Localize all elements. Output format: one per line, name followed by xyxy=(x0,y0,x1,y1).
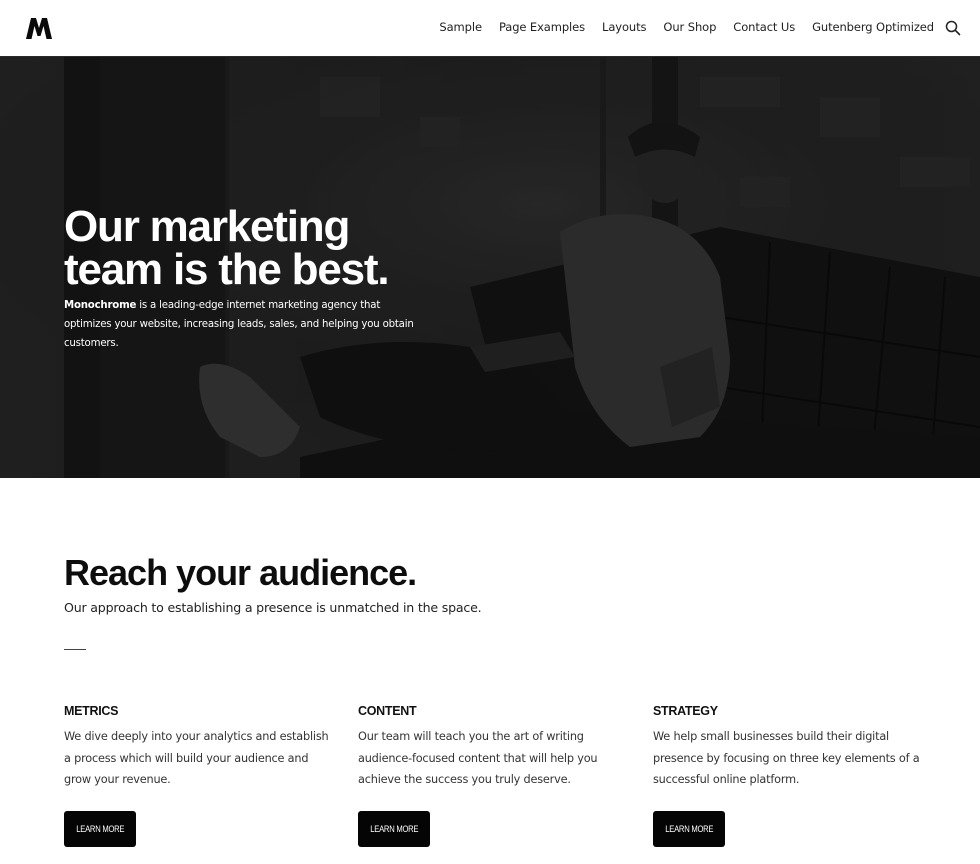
button-label: LEARN MORE xyxy=(75,824,125,834)
feature-text: We dive deeply into your analytics and e… xyxy=(64,730,329,786)
section-divider xyxy=(64,649,86,650)
nav-item-layouts[interactable]: Layouts xyxy=(602,20,646,34)
monochrome-logo-icon xyxy=(26,18,52,39)
hero-description: Monochrome is a leading-edge internet ma… xyxy=(64,296,424,353)
nav-item-gutenberg-optimized[interactable]: Gutenberg Optimized xyxy=(812,20,934,34)
feature-column-strategy: STRATEGY We help small businesses build … xyxy=(653,704,923,847)
feature-text: Our team will teach you the art of writi… xyxy=(358,730,598,786)
learn-more-button-metrics[interactable]: LEARN MORE xyxy=(64,811,136,847)
main-nav: Sample Page Examples Layouts Our Shop Co… xyxy=(422,20,934,34)
learn-more-button-content[interactable]: LEARN MORE xyxy=(358,811,430,847)
learn-more-button-strategy[interactable]: LEARN MORE xyxy=(653,811,725,847)
feature-text: We help small businesses build their dig… xyxy=(653,730,920,786)
feature-column-metrics: METRICS We dive deeply into your analyti… xyxy=(64,704,334,847)
search-button[interactable] xyxy=(945,20,961,36)
feature-column-content: CONTENT Our team will teach you the art … xyxy=(358,704,628,847)
site-header: Sample Page Examples Layouts Our Shop Co… xyxy=(0,0,980,57)
hero-title-line-2: team is the best. xyxy=(64,245,390,294)
site-logo[interactable] xyxy=(25,17,53,39)
nav-item-our-shop[interactable]: Our Shop xyxy=(663,20,716,34)
button-label: LEARN MORE xyxy=(369,824,419,834)
hero-brand-name: Monochrome xyxy=(64,300,137,311)
hero-title: Our marketing team is the best. xyxy=(64,202,390,294)
hero-banner: Our marketing team is the best. Monochro… xyxy=(0,57,980,478)
nav-item-sample[interactable]: Sample xyxy=(439,20,482,34)
feature-title: CONTENT xyxy=(358,704,417,718)
section-subtitle: Our approach to establishing a presence … xyxy=(64,600,482,615)
nav-item-page-examples[interactable]: Page Examples xyxy=(499,20,585,34)
hero-title-line-1: Our marketing xyxy=(64,202,350,251)
search-icon xyxy=(945,20,961,36)
feature-title: STRATEGY xyxy=(653,704,718,718)
feature-title: METRICS xyxy=(64,704,119,718)
nav-item-contact-us[interactable]: Contact Us xyxy=(733,20,795,34)
button-label: LEARN MORE xyxy=(664,824,714,834)
section-title: Reach your audience. xyxy=(64,552,417,593)
